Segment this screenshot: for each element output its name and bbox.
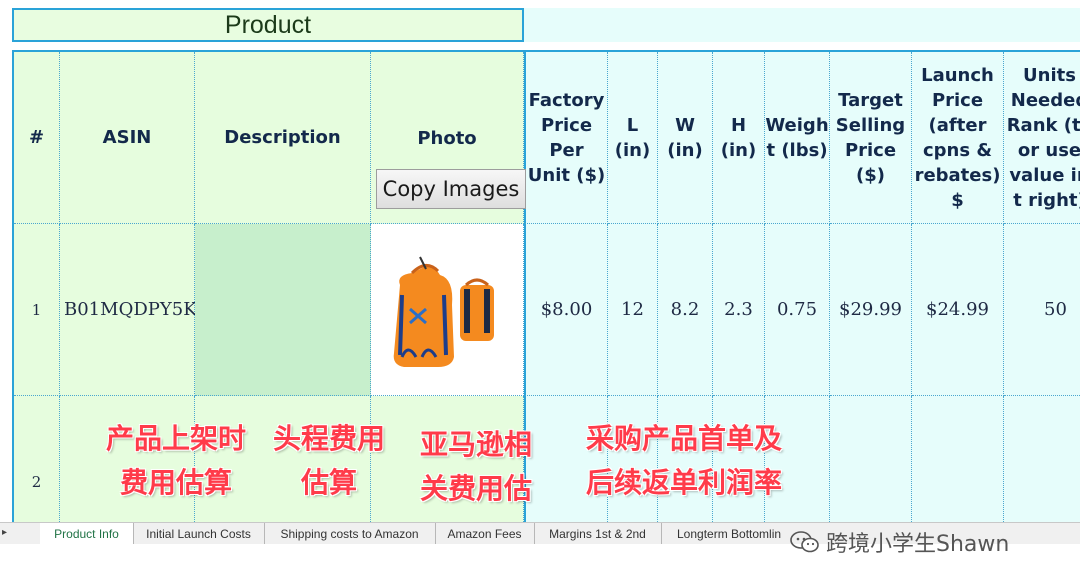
column-header-weight[interactable]: Weigh t (lbs) xyxy=(765,52,830,224)
row-1-height[interactable]: 2.3 xyxy=(713,224,765,396)
row-1-weight[interactable]: 0.75 xyxy=(765,224,830,396)
row-1-launch-price[interactable]: $24.99 xyxy=(912,224,1004,396)
row-1-photo[interactable] xyxy=(371,224,524,396)
overlay-margin-line2: 后续返单利润率 xyxy=(586,466,783,499)
photo-header-label: Photo xyxy=(417,128,477,149)
row-2-num[interactable]: 2 xyxy=(14,396,60,522)
column-header-units-needed[interactable]: Units Needed Rank (ty or use value in t … xyxy=(1004,52,1080,224)
row-1-target-price[interactable]: $29.99 xyxy=(830,224,912,396)
watermark: 跨境小学生Shawn xyxy=(790,526,1009,558)
overlay-launch-cost-line1: 产品上架时 xyxy=(106,422,247,455)
header-right-fill xyxy=(524,8,1080,42)
tab-product-info[interactable]: Product Info xyxy=(40,523,134,546)
copy-images-button[interactable]: Copy Images xyxy=(376,169,526,209)
row-1-description[interactable] xyxy=(195,224,371,396)
overlay-amazon-line1: 亚马逊相 xyxy=(420,428,533,461)
column-header-num[interactable]: # xyxy=(14,52,60,224)
column-header-asin[interactable]: ASIN xyxy=(60,52,195,224)
product-section-header: Product xyxy=(12,8,524,42)
watermark-text: 跨境小学生Shawn xyxy=(826,532,1010,557)
product-photo-bags xyxy=(393,256,494,367)
column-header-height[interactable]: H (in) xyxy=(713,52,765,224)
row-1-units-needed[interactable]: 50 xyxy=(1004,224,1080,396)
row-1-length[interactable]: 12 xyxy=(608,224,658,396)
column-header-target-price[interactable]: Target Selling Price ($) xyxy=(830,52,912,224)
overlay-shipping-line1: 头程费用 xyxy=(273,422,386,455)
tab-scroll-right-icon[interactable]: ▸ xyxy=(2,527,7,538)
column-header-width[interactable]: W (in) xyxy=(658,52,713,224)
row-1-asin[interactable]: B01MQDPY5K xyxy=(60,224,197,396)
row-2-launch-price[interactable] xyxy=(912,396,1004,522)
column-header-launch-price[interactable]: Launch Price (after cpns & rebates) $ xyxy=(912,52,1004,224)
overlay-launch-cost-line2: 费用估算 xyxy=(120,466,233,499)
row-1-factory-price[interactable]: $8.00 xyxy=(524,224,608,396)
tab-amazon-fees[interactable]: Amazon Fees xyxy=(435,523,535,544)
wechat-icon xyxy=(790,531,819,553)
row-2-target-price[interactable] xyxy=(830,396,912,522)
product-section-title: Product xyxy=(224,10,312,39)
overlay-amazon-line2: 关费用估 xyxy=(420,472,533,505)
column-header-length[interactable]: L (in) xyxy=(608,52,658,224)
row-1-num[interactable]: 1 xyxy=(14,224,60,396)
row-2-units-needed[interactable] xyxy=(1004,396,1080,522)
column-header-factory-price[interactable]: Factory Price Per Unit ($) xyxy=(524,52,608,224)
tab-initial-launch-costs[interactable]: Initial Launch Costs xyxy=(133,523,265,544)
column-header-description[interactable]: Description xyxy=(195,52,371,224)
row-1-width[interactable]: 8.2 xyxy=(658,224,713,396)
tab-margins[interactable]: Margins 1st & 2nd xyxy=(534,523,662,544)
overlay-shipping-line2: 估算 xyxy=(301,466,358,499)
tab-shipping-costs[interactable]: Shipping costs to Amazon xyxy=(264,523,436,544)
overlay-margin-line1: 采购产品首单及 xyxy=(586,422,783,455)
